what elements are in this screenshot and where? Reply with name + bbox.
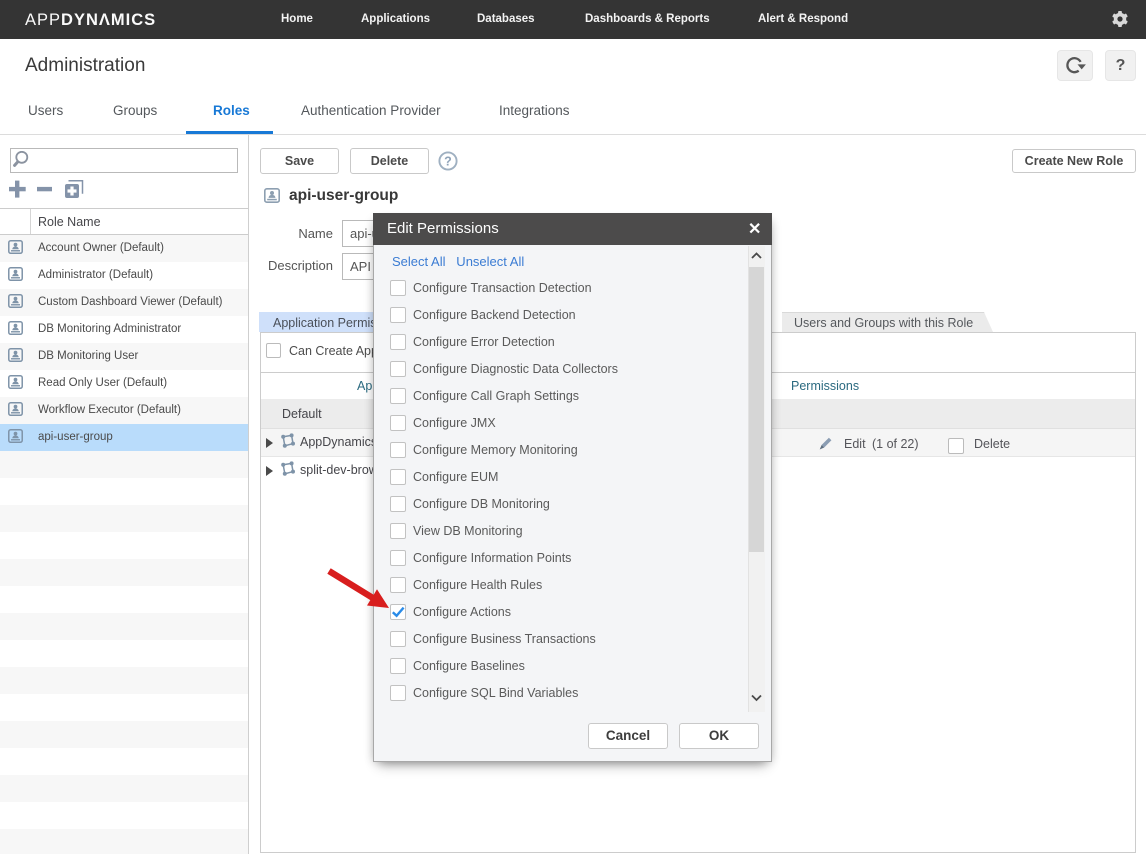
svg-text:?: ? xyxy=(444,154,452,168)
